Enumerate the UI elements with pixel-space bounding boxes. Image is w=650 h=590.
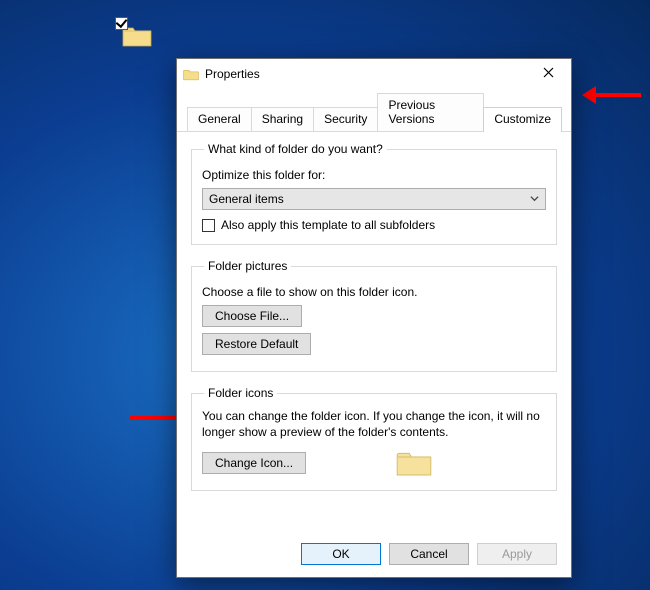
desktop-folder-item[interactable] [118,20,152,51]
tab-label: Previous Versions [388,98,435,126]
close-icon [543,67,554,81]
button-label: OK [332,547,349,561]
button-label: Choose File... [215,309,289,323]
tab-label: Security [324,112,367,126]
chevron-down-icon [530,192,539,206]
optimize-combobox[interactable]: General items [202,188,546,210]
optimize-label: Optimize this folder for: [202,168,546,182]
folder-pictures-desc: Choose a file to show on this folder ico… [202,285,546,299]
group-folder-icons: Folder icons You can change the folder i… [191,386,557,491]
tab-label: Customize [494,112,551,126]
tab-security[interactable]: Security [313,107,378,131]
dialog-button-row: OK Cancel Apply [177,543,571,565]
close-button[interactable] [527,60,569,88]
annotation-arrow-change-icon [130,416,180,420]
tab-general[interactable]: General [187,107,252,131]
group-legend: Folder icons [204,386,277,400]
group-legend: Folder pictures [204,259,291,273]
tab-customize[interactable]: Customize [483,107,562,132]
window-title: Properties [205,67,260,81]
tab-label: General [198,112,241,126]
button-label: Cancel [410,547,447,561]
tab-sharing[interactable]: Sharing [251,107,314,131]
apply-button[interactable]: Apply [477,543,557,565]
group-folder-kind: What kind of folder do you want? Optimiz… [191,142,557,245]
choose-file-button[interactable]: Choose File... [202,305,302,327]
combobox-value: General items [209,192,284,206]
apply-subfolders-checkbox[interactable]: Also apply this template to all subfolde… [202,218,546,232]
tab-strip: General Sharing Security Previous Versio… [177,89,571,132]
button-label: Restore Default [215,337,298,351]
change-icon-button[interactable]: Change Icon... [202,452,306,474]
annotation-arrow-customize-tab [596,93,641,97]
group-legend: What kind of folder do you want? [204,142,387,156]
properties-dialog: Properties General Sharing Security Prev… [176,58,572,578]
checkbox-icon [202,219,215,232]
group-folder-pictures: Folder pictures Choose a file to show on… [191,259,557,372]
customize-panel: What kind of folder do you want? Optimiz… [177,132,571,511]
restore-default-button[interactable]: Restore Default [202,333,311,355]
cancel-button[interactable]: Cancel [389,543,469,565]
folder-icons-desc: You can change the folder icon. If you c… [202,408,546,440]
folder-preview-icon [396,448,432,478]
tab-previous-versions[interactable]: Previous Versions [377,93,484,131]
titlebar[interactable]: Properties [177,59,571,89]
checkbox-icon[interactable] [115,17,128,30]
button-label: Apply [502,547,532,561]
checkbox-label: Also apply this template to all subfolde… [221,218,435,232]
button-label: Change Icon... [215,456,293,470]
ok-button[interactable]: OK [301,543,381,565]
folder-icon [183,68,199,81]
tab-label: Sharing [262,112,303,126]
